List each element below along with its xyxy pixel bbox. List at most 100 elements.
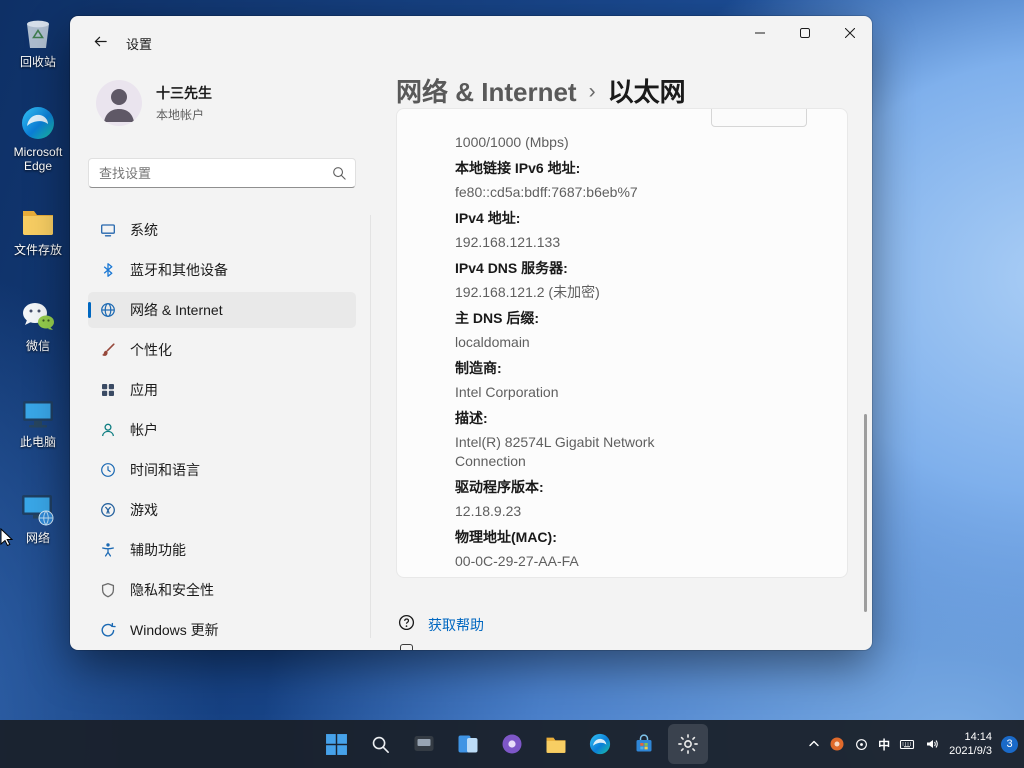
- desktop-icon-label: Microsoft Edge: [2, 145, 74, 173]
- close-icon: [845, 28, 855, 38]
- close-button[interactable]: [827, 16, 872, 50]
- settings-button[interactable]: [668, 724, 708, 764]
- edge-button[interactable]: [580, 724, 620, 764]
- sidebar-item-label: 个性化: [130, 340, 172, 360]
- breadcrumb-separator: ›: [589, 80, 596, 104]
- window-title: 设置: [126, 34, 152, 53]
- sidebar-item-time-language[interactable]: 时间和语言: [88, 452, 356, 488]
- desktop-icon-recycle-bin[interactable]: 回收站: [0, 14, 76, 69]
- search-button[interactable]: [360, 724, 400, 764]
- accessibility-icon: [100, 542, 116, 558]
- settings-search: [88, 158, 356, 188]
- property-row: 1000/1000 (Mbps): [455, 133, 823, 152]
- this-pc-icon: [19, 394, 57, 432]
- property-value: Intel(R) 82574L Gigabit Network Connecti…: [455, 433, 695, 471]
- property-label: 描述:: [455, 408, 823, 428]
- desktop-icon-folder[interactable]: 文件存放: [0, 202, 76, 257]
- recycle-bin-icon: [19, 14, 57, 52]
- file-explorer-button[interactable]: [536, 724, 576, 764]
- search-icon: [332, 166, 347, 186]
- property-row: 物理地址(MAC): 00-0C-29-27-AA-FA: [455, 527, 823, 571]
- sidebar-item-accessibility[interactable]: 辅助功能: [88, 532, 356, 568]
- taskbar-app-purple-button[interactable]: [492, 724, 532, 764]
- sidebar-divider: [370, 215, 371, 638]
- property-row: 制造商: Intel Corporation: [455, 358, 823, 402]
- desktop-icon-this-pc[interactable]: 此电脑: [0, 394, 76, 449]
- tray-app-icon-1[interactable]: [829, 736, 845, 752]
- back-button[interactable]: [84, 25, 116, 57]
- tray-app-icon-2[interactable]: [854, 737, 869, 752]
- sidebar-item-accounts[interactable]: 帐户: [88, 412, 356, 448]
- breadcrumb-root[interactable]: 网络 & Internet: [396, 72, 577, 109]
- start-button[interactable]: [316, 724, 356, 764]
- desktop-icon-network[interactable]: 网络: [0, 490, 76, 545]
- notification-badge[interactable]: 3: [1001, 736, 1018, 753]
- edge-icon: [19, 104, 57, 142]
- maximize-button[interactable]: [782, 16, 827, 50]
- update-icon: [100, 622, 116, 638]
- desktop-icon-edge[interactable]: Microsoft Edge: [0, 104, 76, 173]
- store-button[interactable]: [624, 724, 664, 764]
- sidebar-item-windows-update[interactable]: Windows 更新: [88, 612, 356, 648]
- property-row: IPv4 地址: 192.168.121.133: [455, 208, 823, 252]
- breadcrumb: 网络 & Internet › 以太网: [396, 72, 686, 109]
- user-name: 十三先生: [156, 83, 212, 103]
- page-scrollbar[interactable]: [864, 414, 867, 612]
- avatar: [96, 80, 142, 126]
- properties-list: 1000/1000 (Mbps) 本地链接 IPv6 地址: fe80::cd5…: [455, 133, 823, 577]
- property-value: 12.18.9.23: [455, 502, 695, 521]
- clock-time: 14:14: [949, 730, 992, 744]
- bluetooth-icon: [100, 262, 116, 278]
- get-help-link[interactable]: 获取帮助: [398, 614, 484, 636]
- desktop-icon-wechat[interactable]: 微信: [0, 298, 76, 353]
- sidebar-item-network-internet[interactable]: 网络 & Internet: [88, 292, 356, 328]
- search-input[interactable]: [89, 159, 355, 187]
- shield-icon: [100, 582, 116, 598]
- system-tray: 中 14:14 2021/9/3 3: [808, 720, 1018, 768]
- volume-icon[interactable]: [924, 736, 940, 752]
- sidebar-item-label: 游戏: [130, 500, 158, 520]
- sidebar-item-apps[interactable]: 应用: [88, 372, 356, 408]
- search-icon: [370, 734, 391, 755]
- desktop-icon-label: 网络: [26, 531, 50, 545]
- sidebar-item-gaming[interactable]: 游戏: [88, 492, 356, 528]
- sidebar-item-bluetooth-devices[interactable]: 蓝牙和其他设备: [88, 252, 356, 288]
- globe-icon: [100, 302, 116, 318]
- property-value: 192.168.121.133: [455, 233, 695, 252]
- property-label: IPv4 DNS 服务器:: [455, 258, 823, 278]
- apps-grid-icon: [100, 382, 116, 398]
- taskbar-app-dark-button[interactable]: [404, 724, 444, 764]
- sidebar-item-privacy-security[interactable]: 隐私和安全性: [88, 572, 356, 608]
- task-view-button[interactable]: [448, 724, 488, 764]
- minimize-icon: [755, 28, 765, 38]
- clock-icon: [100, 462, 116, 478]
- desktop-icon-label: 微信: [26, 339, 50, 353]
- sidebar-item-label: 隐私和安全性: [130, 580, 214, 600]
- touch-keyboard-icon[interactable]: [899, 736, 915, 752]
- property-row: IPv4 DNS 服务器: 192.168.121.2 (未加密): [455, 258, 823, 302]
- property-value: 00-0C-29-27-AA-FA: [455, 552, 695, 571]
- settings-window: 设置 十三先生 本地帐户 系统 蓝牙和其他设备 网络: [70, 16, 872, 650]
- folder-icon: [19, 202, 57, 240]
- sidebar-item-personalization[interactable]: 个性化: [88, 332, 356, 368]
- taskbar-center-icons: [316, 724, 708, 764]
- get-help-label: 获取帮助: [428, 615, 484, 635]
- property-row: 本地链接 IPv6 地址: fe80::cd5a:bdff:7687:b6eb%…: [455, 158, 823, 202]
- taskbar-clock[interactable]: 14:14 2021/9/3: [949, 730, 992, 758]
- network-places-icon: [19, 490, 57, 528]
- desktop: { "colors": { "accent": "#0067c0", "link…: [0, 0, 1024, 768]
- property-label: IPv4 地址:: [455, 208, 823, 228]
- sidebar-item-system[interactable]: 系统: [88, 212, 356, 248]
- back-arrow-icon: [93, 34, 108, 49]
- property-value: localdomain: [455, 333, 695, 352]
- hidden-icons-chevron[interactable]: [808, 738, 820, 750]
- property-label: 制造商:: [455, 358, 823, 378]
- gear-icon: [677, 733, 699, 755]
- minimize-button[interactable]: [737, 16, 782, 50]
- ime-indicator[interactable]: 中: [878, 736, 890, 753]
- wechat-icon: [19, 298, 57, 336]
- sidebar-item-label: 辅助功能: [130, 540, 186, 560]
- property-value: 192.168.121.2 (未加密): [455, 283, 695, 302]
- copy-button[interactable]: [711, 108, 807, 127]
- edge-icon: [588, 732, 612, 756]
